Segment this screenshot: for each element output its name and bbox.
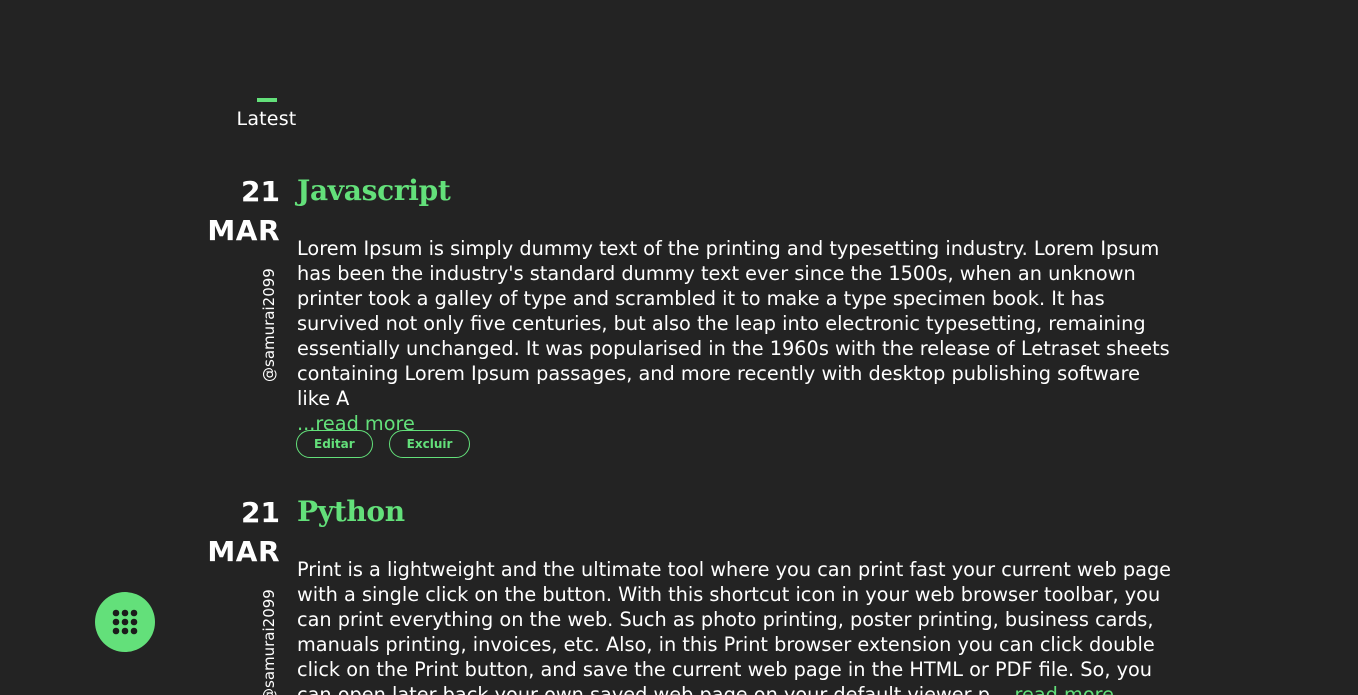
section-header: Latest (229, 98, 304, 130)
post-author: @samurai2099 (259, 252, 283, 382)
post-date: 21 MAR (190, 176, 280, 248)
post-author: @samurai2099 (259, 573, 283, 695)
grid-dots-icon (112, 609, 138, 635)
post-body-text: Print is a lightweight and the ultimate … (297, 558, 1172, 695)
menu-fab-button[interactable] (95, 592, 155, 652)
post-month: MAR (207, 535, 280, 568)
post-author-label: @samurai2099 (260, 589, 278, 695)
post-day: 21 (241, 496, 280, 529)
post-actions: Editar Excluir (296, 430, 471, 458)
post-author-label: @samurai2099 (260, 268, 278, 382)
post-date: 21 MAR (190, 497, 280, 569)
post-title[interactable]: Python (297, 495, 405, 528)
post-body: Print is a lightweight and the ultimate … (297, 557, 1177, 695)
post-day: 21 (241, 175, 280, 208)
read-more-link[interactable]: ...read more (996, 683, 1114, 695)
section-title: Latest (236, 108, 297, 130)
section-accent-bar (256, 98, 277, 102)
post-body-text: Lorem Ipsum is simply dummy text of the … (297, 237, 1170, 410)
post-body: Lorem Ipsum is simply dummy text of the … (297, 236, 1177, 436)
delete-button[interactable]: Excluir (388, 430, 471, 458)
page: Latest 21 MAR @samurai2099 Javascript Lo… (0, 0, 1358, 695)
post-month: MAR (207, 214, 280, 247)
edit-button[interactable]: Editar (296, 430, 373, 458)
post-title[interactable]: Javascript (297, 174, 451, 207)
